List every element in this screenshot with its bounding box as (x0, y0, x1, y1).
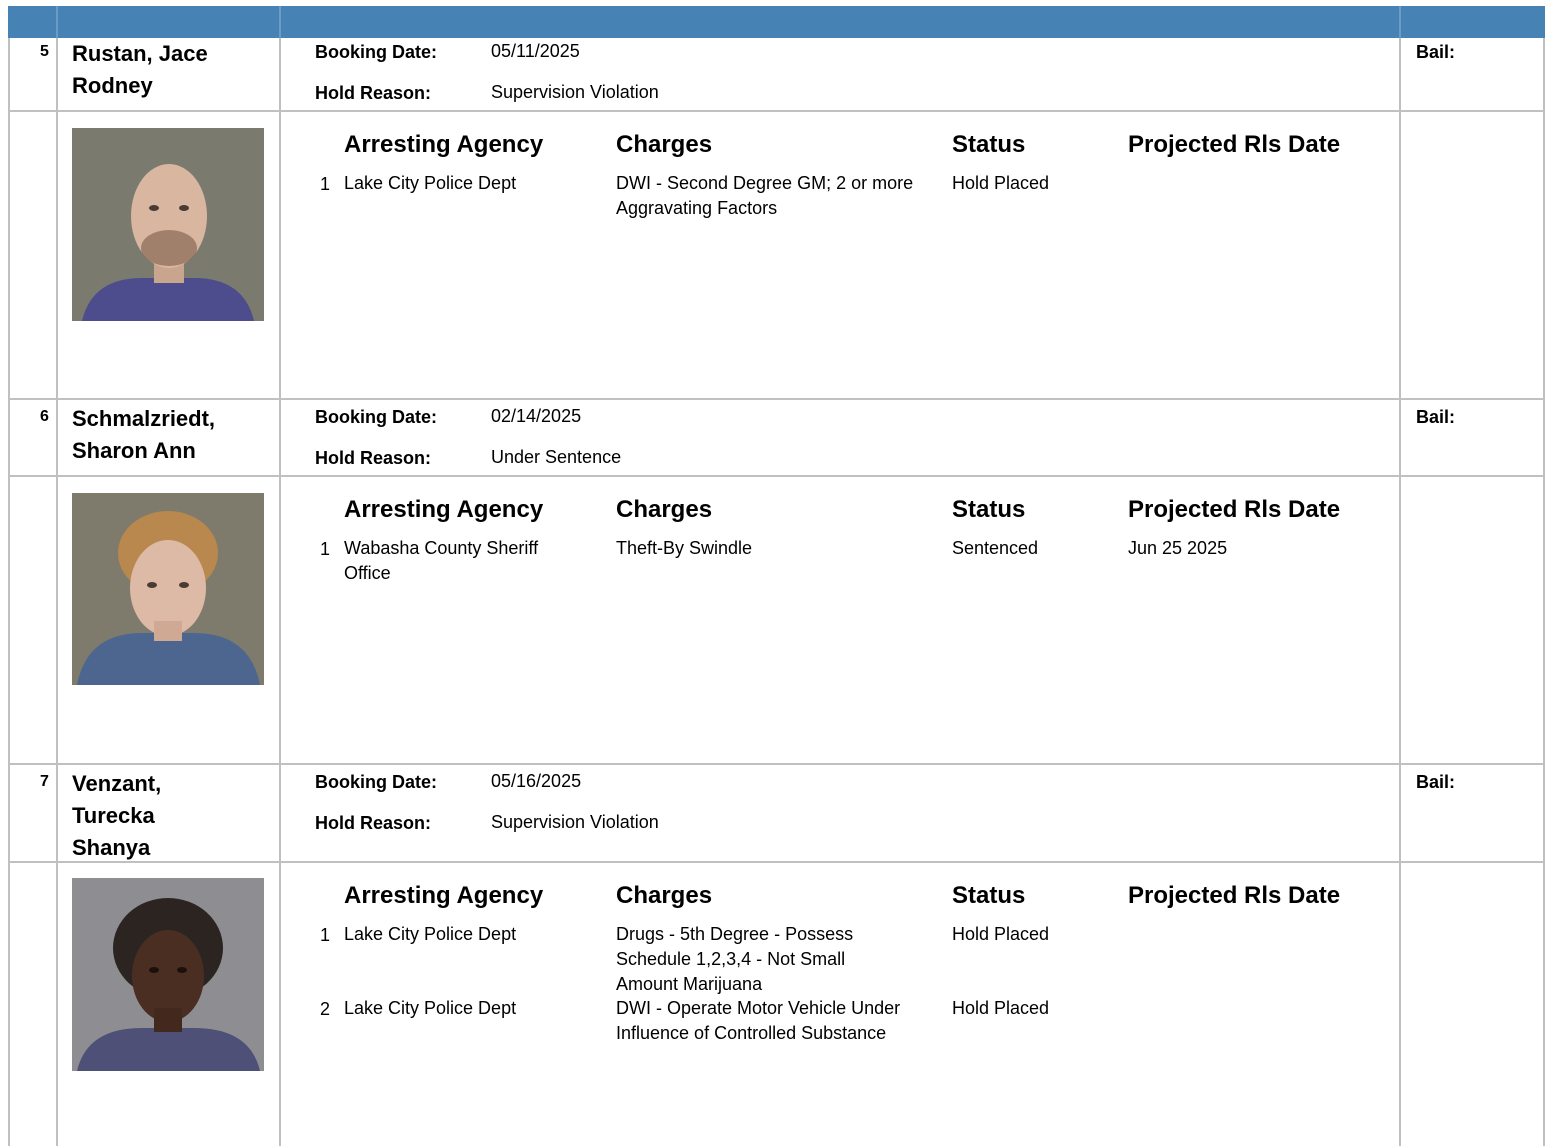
column-header-agency: Arresting Agency (344, 882, 544, 909)
column-header-status: Status (952, 131, 1026, 158)
booking-date-label: Booking Date: (315, 772, 438, 792)
table-header-bar (8, 6, 1545, 38)
row-divider (8, 398, 1545, 400)
column-header-release: Projected Rls Date (1128, 882, 1341, 909)
inmate-number: 7 (40, 773, 49, 790)
inmate-number: 5 (40, 43, 49, 60)
charge-index: 1 (320, 174, 331, 194)
charge-index: 1 (320, 539, 331, 559)
column-header-charges: Charges (616, 131, 713, 158)
charge-release-date: Jun 25 2025 (1128, 538, 1228, 558)
inmate-name: Venzant, Turecka Shanya (72, 771, 162, 860)
charge-description: DWI - Second Degree GM; 2 or more Aggrav… (616, 173, 914, 218)
column-divider (1399, 38, 1401, 1146)
column-header-release: Projected Rls Date (1128, 496, 1341, 523)
hold-reason-label: Hold Reason: (315, 813, 432, 833)
charge-agency: Lake City Police Dept (344, 173, 517, 193)
header-divider (1399, 6, 1401, 38)
column-header-charges: Charges (616, 882, 713, 909)
hold-reason-label: Hold Reason: (315, 83, 432, 103)
charge-status: Hold Placed (952, 173, 1050, 193)
inmate-name: Rustan, Jace Rodney (72, 41, 208, 98)
charge-status: Hold Placed (952, 998, 1050, 1018)
booking-date-label: Booking Date: (315, 42, 438, 62)
column-header-charges: Charges (616, 496, 713, 523)
hold-reason-value: Supervision Violation (491, 82, 659, 102)
booking-date-value: 02/14/2025 (491, 406, 582, 426)
inmate-number: 6 (40, 408, 49, 425)
booking-date-value: 05/11/2025 (491, 41, 580, 61)
header-divider (56, 6, 58, 38)
charge-status: Sentenced (952, 538, 1039, 558)
booking-photo[interactable] (72, 493, 264, 686)
bail-label: Bail: (1416, 42, 1456, 62)
header-divider (279, 6, 281, 38)
charge-agency: Wabasha County Sheriff Office (344, 538, 539, 583)
booking-date-value: 05/16/2025 (491, 771, 582, 791)
column-divider (8, 38, 10, 1146)
charge-agency: Lake City Police Dept (344, 924, 517, 944)
column-header-agency: Arresting Agency (344, 131, 544, 158)
bail-label: Bail: (1416, 407, 1456, 427)
charge-description: Drugs - 5th Degree - Possess Schedule 1,… (616, 924, 854, 994)
bail-label: Bail: (1416, 772, 1456, 792)
column-header-status: Status (952, 882, 1026, 909)
hold-reason-value: Supervision Violation (491, 812, 659, 832)
column-header-status: Status (952, 496, 1026, 523)
inmate-name: Schmalzriedt, Sharon Ann (72, 406, 216, 463)
column-divider (56, 38, 58, 1146)
charge-status: Hold Placed (952, 924, 1050, 944)
hold-reason-value: Under Sentence (491, 447, 622, 467)
booking-photo[interactable] (72, 878, 264, 1071)
row-divider (8, 861, 1545, 863)
hold-reason-label: Hold Reason: (315, 448, 432, 468)
row-divider (8, 763, 1545, 765)
row-divider (8, 475, 1545, 477)
charge-description: Theft-By Swindle (616, 538, 753, 558)
column-divider (1543, 38, 1545, 1146)
column-divider (279, 38, 281, 1146)
column-header-release: Projected Rls Date (1128, 131, 1341, 158)
booking-photo[interactable] (72, 128, 264, 321)
charge-agency: Lake City Police Dept (344, 998, 517, 1018)
column-header-agency: Arresting Agency (344, 496, 544, 523)
row-divider (8, 110, 1545, 112)
charge-index: 1 (320, 925, 331, 945)
charge-description: DWI - Operate Motor Vehicle Under Influe… (616, 998, 901, 1043)
charge-index: 2 (320, 999, 331, 1019)
booking-date-label: Booking Date: (315, 407, 438, 427)
